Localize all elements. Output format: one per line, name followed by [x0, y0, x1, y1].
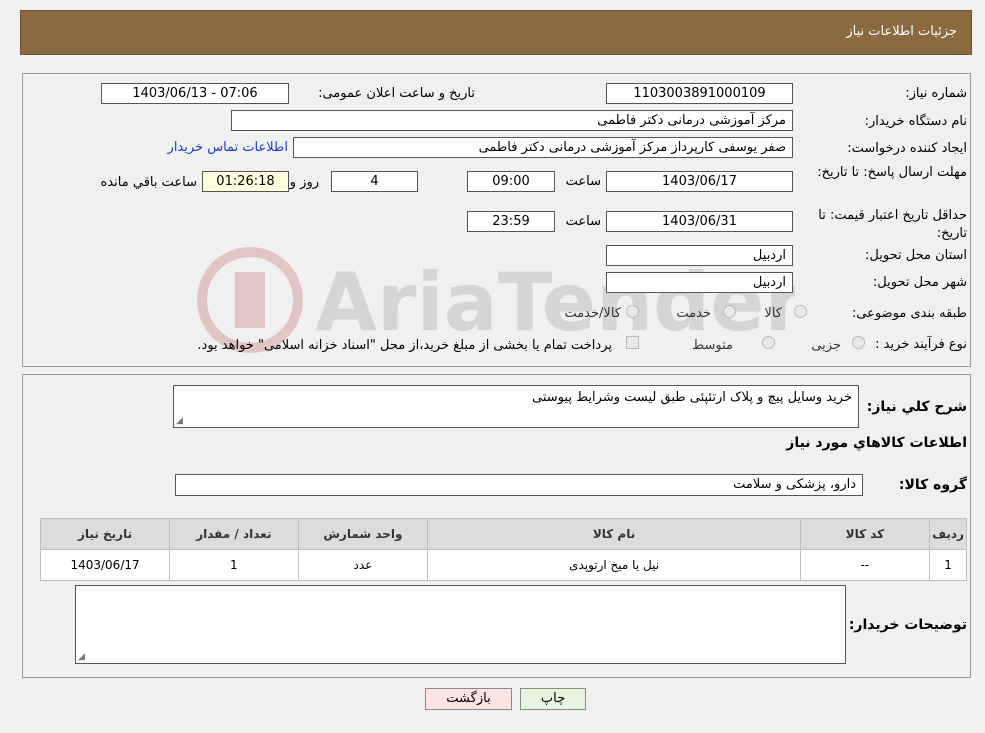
remaining-time-field[interactable]: 01:26:18 — [202, 171, 289, 192]
cell-unit: عدد — [297, 549, 429, 581]
resize-grip-icon[interactable]: ◢ — [176, 416, 183, 426]
col-header-need-date: تاریخ نیاز — [39, 518, 171, 550]
summary-textarea[interactable]: خرید وسایل پیچ و پلاک ارتئپئی طبق لیست و… — [173, 385, 859, 428]
col-header-goods-code: کد کالا — [799, 518, 931, 550]
need-number-field[interactable]: 1103003891000109 — [606, 83, 793, 104]
creator-label: ایجاد کننده درخواست: — [847, 141, 967, 156]
table-row[interactable]: 1 -- نیل یا میخ ارتوپدی عدد 1 1403/06/17 — [39, 549, 967, 581]
announce-datetime-field[interactable]: 1403/06/13 - 07:06 — [101, 83, 289, 104]
category-radio-service[interactable] — [723, 305, 736, 318]
need-number-label: شماره نیاز: — [905, 86, 967, 101]
buyer-notes-label: توضیحات خریدار: — [848, 617, 967, 633]
cell-need-date: 1403/06/17 — [39, 549, 171, 581]
category-option-goods: کالا — [764, 306, 782, 321]
page-header: جزئیات اطلاعات نیاز — [20, 10, 972, 55]
goods-info-title: اطلاعات کالاهاي مورد نياز — [786, 435, 967, 451]
table-header-row: رديف کد کالا نام کالا واحد شمارش تعداد /… — [39, 518, 967, 550]
back-button[interactable]: بازگشت — [425, 688, 512, 710]
treasury-checkbox[interactable] — [626, 336, 639, 349]
validity-date-field[interactable]: 1403/06/31 — [606, 211, 793, 232]
city-field[interactable]: اردبیل — [606, 272, 793, 293]
days-remaining-field[interactable]: 4 — [331, 171, 418, 192]
deadline-time-label: ساعت — [565, 174, 601, 189]
buyer-contact-link[interactable]: اطلاعات تماس خریدار — [168, 140, 288, 155]
buyer-org-label: نام دستگاه خریدار: — [864, 114, 967, 129]
page-title: جزئیات اطلاعات نیاز — [846, 24, 957, 39]
deadline-time-field[interactable]: 09:00 — [467, 171, 555, 192]
province-label: استان محل تحویل: — [865, 248, 967, 263]
cell-goods-name: نیل یا میخ ارتوپدی — [427, 549, 801, 581]
col-header-goods-name: نام کالا — [427, 518, 801, 550]
process-label: نوع فرآیند خرید : — [875, 337, 967, 352]
announce-label: تاریخ و ساعت اعلان عمومی: — [318, 86, 475, 101]
province-field[interactable]: اردبیل — [606, 245, 793, 266]
remaining-time-label: ساعت باقي مانده — [100, 175, 197, 190]
deadline-label: مهلت ارسال پاسخ: تا تاریخ: — [817, 165, 967, 180]
goods-group-label: گروه کالا: — [898, 477, 967, 493]
buyer-org-field[interactable]: مرکز آموزشی درمانی دکتر فاطمی — [231, 110, 793, 131]
cell-row-number: 1 — [929, 549, 967, 581]
buyer-notes-textarea[interactable]: ◢ — [75, 585, 846, 664]
process-option-minor: جزیی — [811, 338, 841, 353]
category-radio-goods-service[interactable] — [626, 305, 639, 318]
deadline-date-field[interactable]: 1403/06/17 — [606, 171, 793, 192]
resize-grip-icon[interactable]: ◢ — [78, 652, 85, 662]
process-option-medium: متوسط — [692, 338, 733, 353]
col-header-unit: واحد شمارش — [297, 518, 429, 550]
city-label: شهر محل تحویل: — [872, 275, 967, 290]
category-option-service: خدمت — [676, 306, 711, 321]
creator-field[interactable]: صفر یوسفی کارپرداز مرکز آموزشی درمانی دک… — [293, 137, 793, 158]
process-radio-medium[interactable] — [762, 336, 775, 349]
category-option-goods-service: کالا/خدمت — [564, 306, 621, 321]
col-header-row-number: رديف — [929, 518, 967, 550]
goods-group-field[interactable]: دارو، پزشکی و سلامت — [175, 474, 863, 496]
validity-time-field[interactable]: 23:59 — [467, 211, 555, 232]
print-button[interactable]: چاپ — [520, 688, 586, 710]
process-radio-minor[interactable] — [852, 336, 865, 349]
validity-time-label: ساعت — [565, 214, 601, 229]
goods-table: رديف کد کالا نام کالا واحد شمارش تعداد /… — [39, 518, 967, 581]
category-label: طبقه بندی موضوعی: — [851, 306, 967, 321]
col-header-quantity: تعداد / مقدار — [169, 518, 299, 550]
validity-label: حداقل تاریخ اعتبار قیمت: تا تاریخ: — [818, 208, 967, 241]
summary-label: شرح کلي نياز: — [866, 399, 967, 415]
payment-note: پرداخت تمام یا بخشی از مبلغ خرید،از محل … — [197, 338, 612, 353]
cell-goods-code: -- — [799, 549, 931, 581]
cell-quantity: 1 — [169, 549, 299, 581]
days-label: روز و — [289, 175, 319, 190]
summary-text: خرید وسایل پیچ و پلاک ارتئپئی طبق لیست و… — [532, 390, 852, 405]
category-radio-goods[interactable] — [794, 305, 807, 318]
